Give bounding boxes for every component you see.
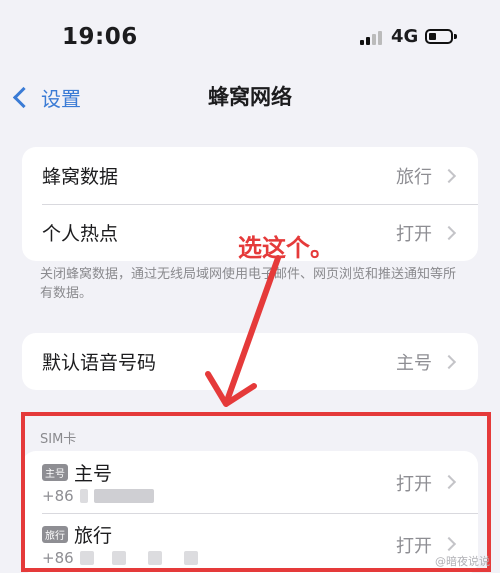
page-title: 蜂窝网络 xyxy=(208,85,292,109)
row-label: 个人热点 xyxy=(42,223,119,245)
chevron-right-icon xyxy=(441,168,457,183)
row-value: 旅行 xyxy=(396,166,432,188)
signal-icon xyxy=(360,31,384,45)
row-label: 默认语音号码 xyxy=(42,352,157,374)
row-value: 打开 xyxy=(396,223,432,245)
status-bar: 19:06 4G xyxy=(0,0,500,72)
battery-icon xyxy=(425,29,457,44)
row-value: 主号 xyxy=(396,352,432,374)
cellular-footnote: 关闭蜂窝数据，通过无线局域网使用电子邮件、网页浏览和推送通知等所有数据。 xyxy=(40,267,457,301)
chevron-right-icon xyxy=(441,354,457,369)
voice-group: 默认语音号码 主号 xyxy=(22,333,478,390)
row-cellular-data[interactable]: 蜂窝数据 旅行 xyxy=(22,147,478,204)
watermark: @暗夜说说 xyxy=(435,555,490,568)
annotation-text: 选这个。 xyxy=(238,234,334,262)
network-type: 4G xyxy=(391,26,419,47)
row-default-voice-line[interactable]: 默认语音号码 主号 xyxy=(22,333,478,390)
highlight-box xyxy=(21,412,491,572)
row-label: 蜂窝数据 xyxy=(42,166,119,188)
chevron-right-icon xyxy=(441,225,457,240)
status-time: 19:06 xyxy=(62,24,138,50)
